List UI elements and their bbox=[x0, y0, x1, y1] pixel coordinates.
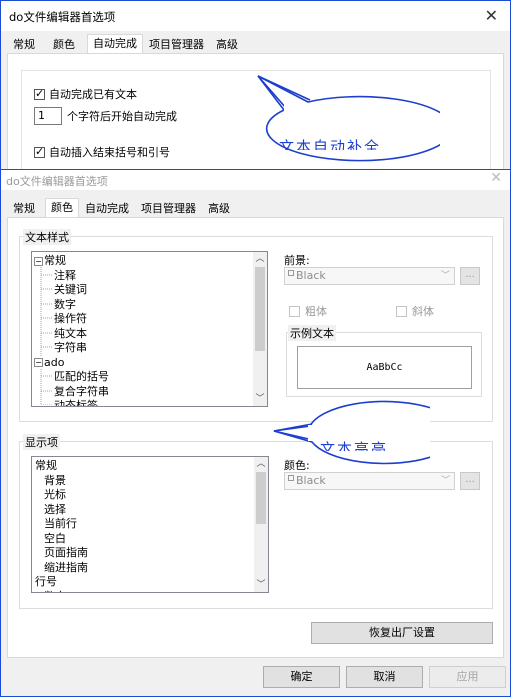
display-list-scrollbar[interactable]: ︿ ﹀ bbox=[254, 457, 268, 592]
text-style-group-title: 文本样式 bbox=[23, 229, 71, 245]
back-tab-autocomplete[interactable]: 自动完成 bbox=[87, 34, 143, 54]
autocomplete-text-checkbox[interactable] bbox=[34, 87, 45, 100]
scroll-thumb[interactable] bbox=[255, 267, 265, 351]
autocomplete-callout-text: 文本自动补全 bbox=[279, 138, 382, 150]
back-tab-project-manager[interactable]: 项目管理器 bbox=[143, 36, 210, 54]
front-close-icon[interactable]: ✕ bbox=[490, 170, 502, 186]
tree-item-string[interactable]: 字符串 bbox=[54, 341, 87, 356]
color-select[interactable]: Black ﹀ bbox=[284, 472, 455, 490]
list-item-whitespace[interactable]: 空白 bbox=[44, 532, 66, 547]
tree-item-compound-string[interactable]: 复合字符串 bbox=[54, 385, 109, 400]
back-window-title: do文件编辑器首选项 bbox=[9, 10, 116, 24]
autocomplete-chars-input[interactable]: 1 bbox=[34, 107, 62, 125]
apply-button[interactable]: 应用 bbox=[429, 666, 506, 688]
foreground-label: 前景: bbox=[284, 254, 310, 267]
list-item-background[interactable]: 背景 bbox=[44, 474, 66, 489]
back-tab-strip: 常规 颜色 自动完成 项目管理器 高级 bbox=[7, 34, 244, 54]
display-items-list[interactable]: 常规 背景 光标 选择 当前行 空白 页面指南 缩进指南 行号 数字 ︿ ﹀ bbox=[31, 456, 269, 593]
list-item-line-number[interactable]: 行号 bbox=[35, 575, 57, 590]
tree-guide-lines bbox=[40, 265, 53, 405]
chevron-down-icon: ﹀ bbox=[440, 271, 450, 281]
list-item-cursor[interactable]: 光标 bbox=[44, 488, 66, 503]
ok-button[interactable]: 确定 bbox=[263, 666, 340, 688]
autocomplete-chars-row: 1 个字符后开始自动完成 bbox=[34, 107, 177, 125]
back-title-bar: do文件编辑器首选项 ✕ bbox=[1, 1, 510, 31]
scroll-down-icon[interactable]: ﹀ bbox=[253, 392, 267, 406]
scroll-up-icon[interactable]: ︿ bbox=[254, 457, 268, 471]
list-item-current-line[interactable]: 当前行 bbox=[44, 517, 77, 532]
back-tab-colors[interactable]: 颜色 bbox=[47, 36, 81, 54]
bold-checkbox[interactable] bbox=[289, 305, 300, 317]
front-tab-strip: 常规 颜色 自动完成 项目管理器 高级 bbox=[7, 198, 236, 218]
foreground-more-button[interactable]: ... bbox=[460, 267, 480, 285]
tab-colors[interactable]: 颜色 bbox=[45, 198, 79, 218]
chevron-down-icon: ﹀ bbox=[440, 476, 450, 486]
autocomplete-text-option[interactable]: 自动完成已有文本 bbox=[34, 86, 137, 102]
color-more-button[interactable]: ... bbox=[460, 472, 480, 490]
insert-brackets-label: 自动插入结束括号和引号 bbox=[49, 146, 170, 159]
back-close-icon[interactable]: ✕ bbox=[485, 6, 498, 25]
front-preferences-window: do文件编辑器首选项 ✕ 常规 颜色 自动完成 项目管理器 高级 文本样式 − 常… bbox=[0, 169, 511, 697]
list-item-general[interactable]: 常规 bbox=[35, 459, 57, 474]
bold-option[interactable]: 粗体 bbox=[289, 303, 327, 319]
autocomplete-text-label: 自动完成已有文本 bbox=[49, 88, 137, 101]
back-tab-general[interactable]: 常规 bbox=[7, 36, 41, 54]
tab-advanced[interactable]: 高级 bbox=[202, 200, 236, 218]
tree-item-plain-text[interactable]: 纯文本 bbox=[54, 327, 87, 342]
front-title-bar: do文件编辑器首选项 ✕ bbox=[1, 170, 510, 190]
color-swatch-icon bbox=[288, 270, 294, 276]
tab-project-manager[interactable]: 项目管理器 bbox=[135, 200, 202, 218]
foreground-select[interactable]: Black ﹀ bbox=[284, 267, 455, 285]
list-item-selection[interactable]: 选择 bbox=[44, 503, 66, 518]
highlight-callout-text: 文本高亮 bbox=[320, 440, 389, 451]
color-swatch-icon bbox=[288, 475, 294, 481]
tree-item-keyword[interactable]: 关键词 bbox=[54, 283, 87, 298]
back-tab-advanced[interactable]: 高级 bbox=[210, 36, 244, 54]
list-item-page-guide[interactable]: 页面指南 bbox=[44, 546, 88, 561]
tab-autocomplete[interactable]: 自动完成 bbox=[79, 200, 135, 218]
insert-brackets-option[interactable]: 自动插入结束括号和引号 bbox=[34, 144, 170, 160]
bold-label: 粗体 bbox=[305, 305, 327, 318]
list-item-indent-guide[interactable]: 缩进指南 bbox=[44, 561, 88, 576]
scroll-down-icon[interactable]: ﹀ bbox=[254, 578, 268, 592]
tree-item-matching-brackets[interactable]: 匹配的括号 bbox=[54, 370, 109, 385]
italic-label: 斜体 bbox=[412, 305, 434, 318]
display-items-group-title: 显示项 bbox=[23, 434, 60, 450]
sample-text-preview: AaBbCc bbox=[297, 346, 472, 389]
tree-item-dynamic-tag[interactable]: 动态标签 bbox=[54, 399, 98, 406]
tree-item-comment[interactable]: 注释 bbox=[54, 269, 76, 284]
autocomplete-chars-label: 个字符后开始自动完成 bbox=[67, 110, 177, 123]
tree-item-operator[interactable]: 操作符 bbox=[54, 312, 87, 327]
insert-brackets-checkbox[interactable] bbox=[34, 145, 45, 158]
italic-checkbox[interactable] bbox=[396, 305, 407, 317]
scroll-up-icon[interactable]: ︿ bbox=[253, 252, 267, 266]
cancel-button[interactable]: 取消 bbox=[346, 666, 423, 688]
scroll-thumb[interactable] bbox=[256, 472, 266, 524]
sample-text-group-title: 示例文本 bbox=[288, 325, 336, 341]
italic-option[interactable]: 斜体 bbox=[396, 303, 434, 319]
text-style-tree[interactable]: − 常规 注释 关键词 数字 操作符 纯文本 字符串 − ado 匹配的括号 复合字… bbox=[31, 251, 268, 407]
tab-general[interactable]: 常规 bbox=[7, 200, 41, 218]
tree-item-number[interactable]: 数字 bbox=[54, 298, 76, 313]
text-style-tree-scrollbar[interactable]: ︿ ﹀ bbox=[253, 252, 267, 406]
autocomplete-callout bbox=[257, 75, 440, 162]
list-item-numbers[interactable]: 数字 bbox=[44, 590, 66, 593]
front-window-title: do文件编辑器首选项 bbox=[6, 175, 108, 188]
restore-defaults-button[interactable]: 恢复出厂设置 bbox=[311, 622, 493, 644]
highlight-callout bbox=[273, 400, 430, 465]
